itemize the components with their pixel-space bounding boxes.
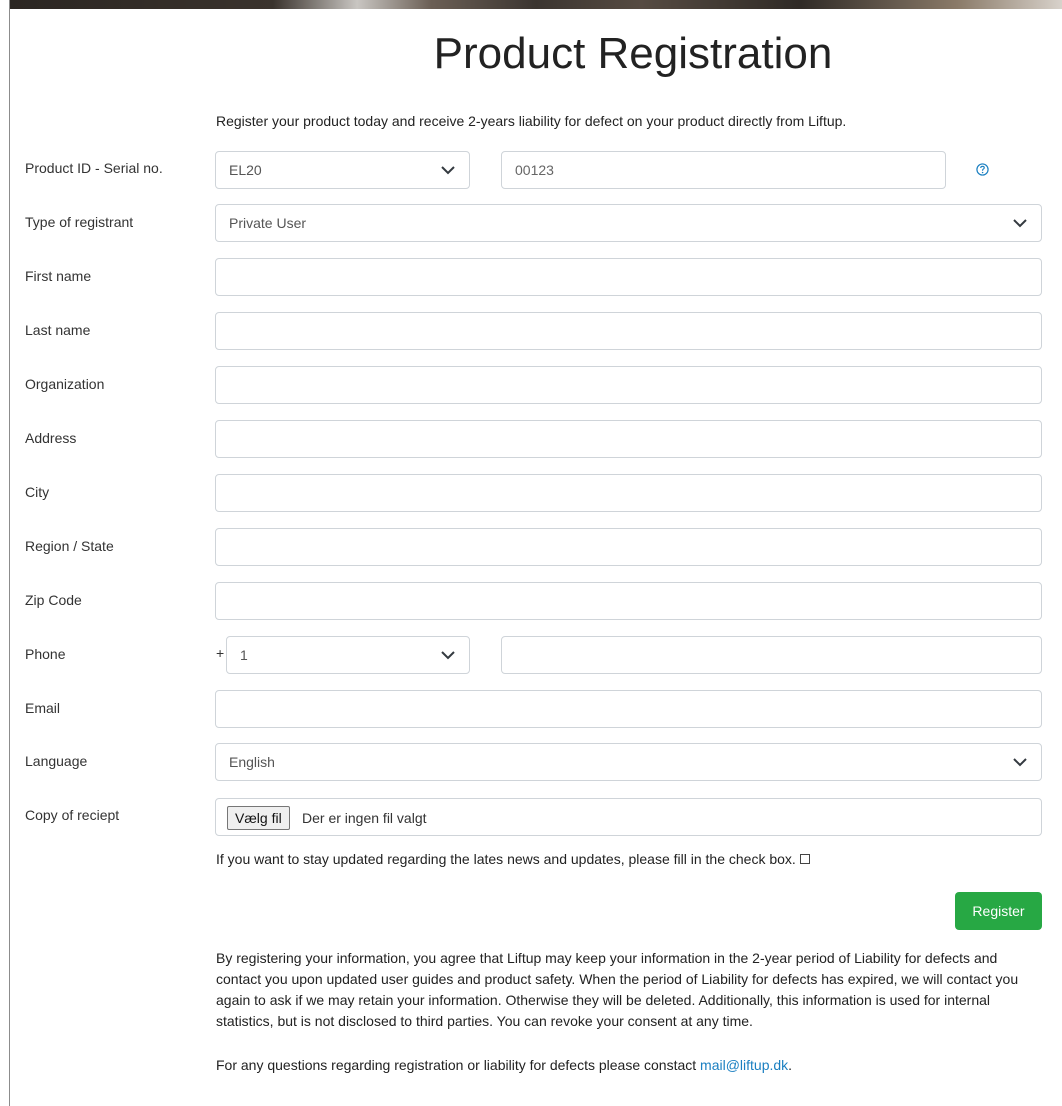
question-circle-icon[interactable] <box>976 163 989 176</box>
chevron-down-icon <box>1013 219 1027 228</box>
first-name-input[interactable] <box>215 258 1042 296</box>
zip-code-input[interactable] <box>215 582 1042 620</box>
chevron-down-icon <box>441 651 455 660</box>
register-button[interactable]: Register <box>955 892 1042 930</box>
consent-text: By registering your information, you agr… <box>216 950 1019 1029</box>
registrant-type-select[interactable]: Private User <box>215 204 1042 242</box>
updates-opt-in: If you want to stay updated regarding th… <box>216 851 810 867</box>
region-input[interactable] <box>215 528 1042 566</box>
phone-number-input[interactable] <box>501 636 1042 674</box>
product-model-select[interactable]: EL20 <box>215 151 470 189</box>
registrant-type-value: Private User <box>229 215 307 231</box>
address-label: Address <box>25 430 77 446</box>
phone-country-code-value: 1 <box>240 647 248 663</box>
phone-plus-prefix: + <box>216 645 225 661</box>
region-label: Region / State <box>25 538 114 554</box>
registrant-type-label: Type of registrant <box>25 214 134 230</box>
header-banner-image <box>10 0 1062 9</box>
contact-text: For any questions regarding registration… <box>216 1057 697 1073</box>
email-label: Email <box>25 700 61 716</box>
contact-line: For any questions regarding registration… <box>216 1057 792 1073</box>
serial-number-input[interactable]: 00123 <box>501 151 946 189</box>
choose-file-button[interactable]: Vælg fil <box>227 806 290 830</box>
chevron-down-icon <box>1013 758 1027 767</box>
language-value: English <box>229 754 275 770</box>
product-model-value: EL20 <box>229 162 262 178</box>
language-select[interactable]: English <box>215 743 1042 781</box>
serial-number-value: 00123 <box>515 162 554 178</box>
page-left-border <box>9 0 10 1106</box>
zip-code-label: Zip Code <box>25 592 82 608</box>
address-input[interactable] <box>215 420 1042 458</box>
receipt-label: Copy of reciept <box>25 807 120 823</box>
language-label: Language <box>25 753 88 769</box>
contact-suffix: . <box>788 1057 793 1073</box>
chevron-down-icon <box>441 166 455 175</box>
last-name-input[interactable] <box>215 312 1042 350</box>
phone-country-code-select[interactable]: 1 <box>226 636 470 674</box>
product-id-label: Product ID - Serial no. <box>25 160 163 176</box>
last-name-label: Last name <box>25 322 91 338</box>
intro-text: Register your product today and receive … <box>216 113 847 129</box>
updates-text: If you want to stay updated regarding th… <box>216 851 796 867</box>
file-status-text: Der er ingen fil valgt <box>302 810 427 826</box>
contact-email-link[interactable]: mail@liftup.dk <box>700 1057 788 1073</box>
email-input[interactable] <box>215 690 1042 728</box>
phone-label: Phone <box>25 646 66 662</box>
organization-input[interactable] <box>215 366 1042 404</box>
city-input[interactable] <box>215 474 1042 512</box>
updates-checkbox[interactable] <box>799 854 810 865</box>
page-title: Product Registration <box>433 29 833 78</box>
first-name-label: First name <box>25 268 92 284</box>
city-label: City <box>25 484 50 500</box>
organization-label: Organization <box>25 376 105 392</box>
